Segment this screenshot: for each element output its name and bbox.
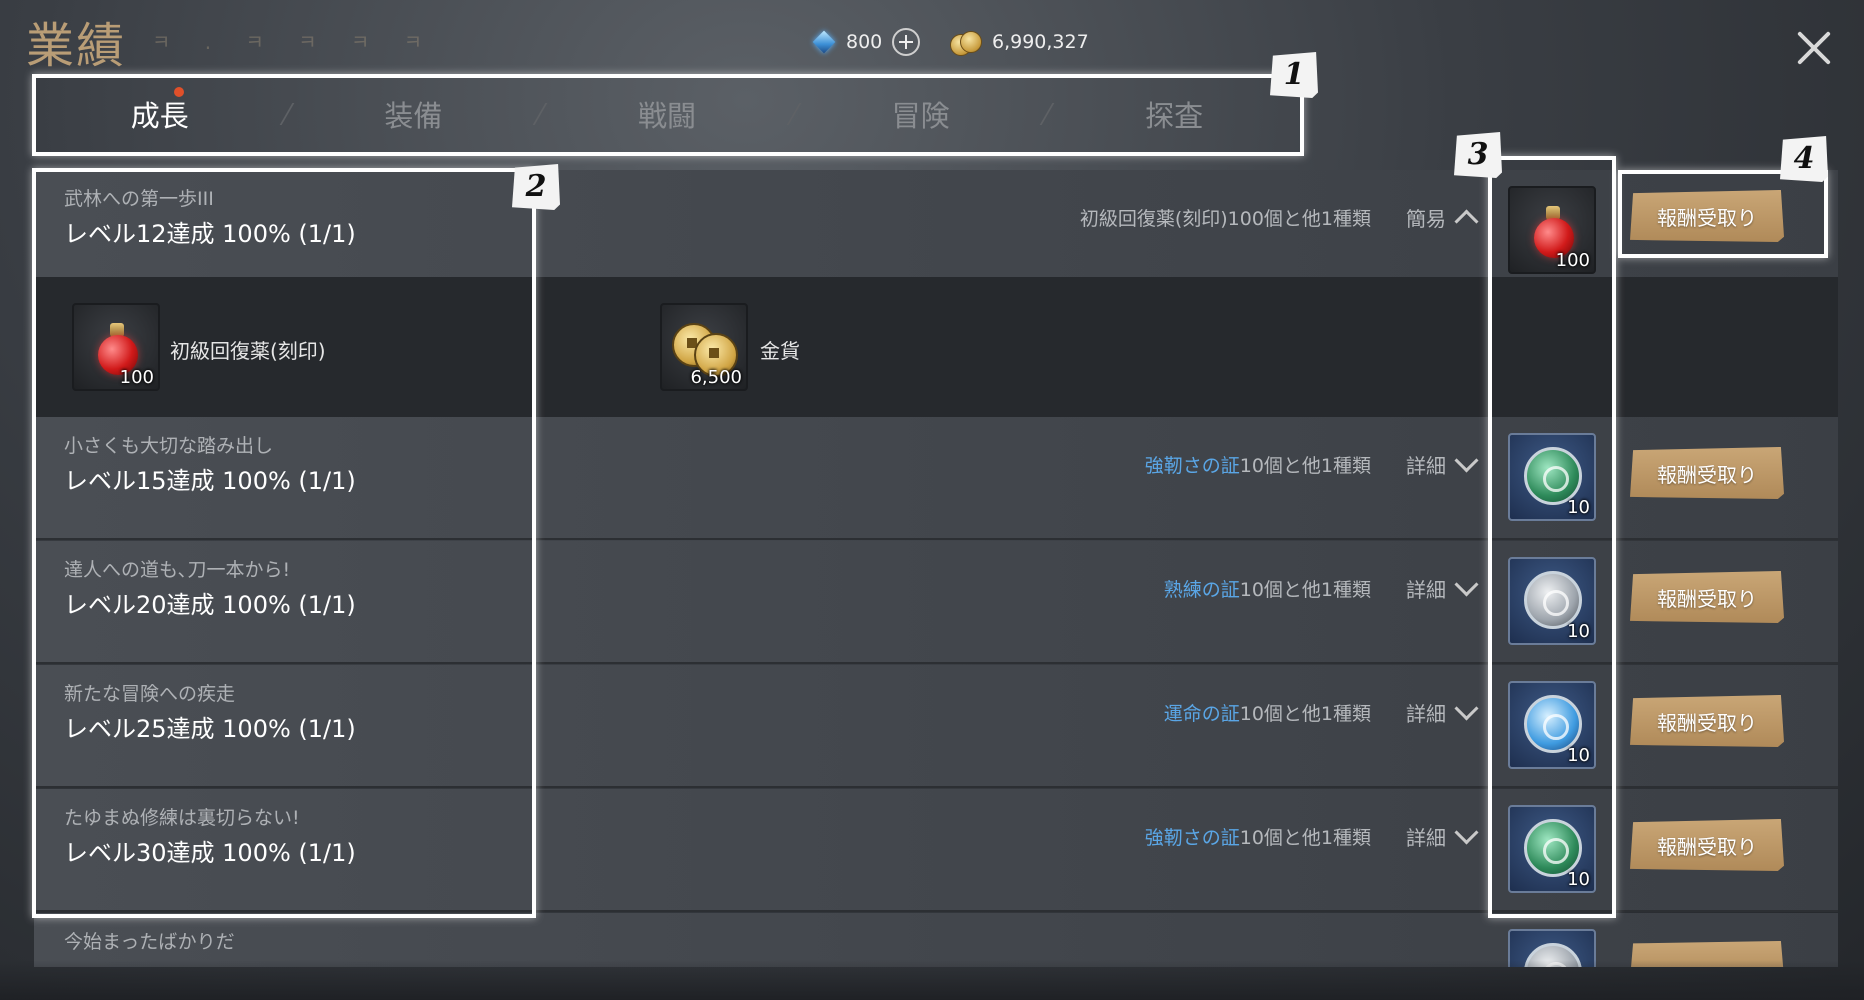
tab-equipment[interactable]: 装備 <box>288 93 540 135</box>
achievement-title: レベル20達成 100% (1/1) <box>64 591 356 619</box>
achievement-subtitle: 今始まったばかりだ <box>64 931 235 953</box>
gold-coins-icon <box>948 29 982 56</box>
reward-summary-text: 10個と他1種類 <box>1239 827 1371 849</box>
reward-detail-item[interactable]: 100 <box>72 303 160 391</box>
close-icon[interactable] <box>1790 24 1838 72</box>
item-quantity: 6,500 <box>690 367 742 388</box>
reward-item[interactable]: 10 <box>1508 433 1596 521</box>
achievement-title: レベル15達成 100% (1/1) <box>64 467 356 495</box>
item-quantity: 100 <box>1555 250 1590 271</box>
expand-toggle[interactable]: 詳細 <box>1406 572 1479 603</box>
achievement-row[interactable]: たゆまぬ修練は裏切らない! レベル30達成 100% (1/1) 強靭さの証10… <box>34 789 1838 912</box>
chevron-down-icon <box>1454 572 1479 597</box>
tab-adventure[interactable]: 冒険 <box>795 93 1047 135</box>
item-quantity: 10 <box>1567 621 1590 642</box>
reward-item[interactable]: 10 <box>1508 681 1596 769</box>
achievement-subtitle: 小さくも大切な踏み出し <box>64 435 274 457</box>
collapse-toggle[interactable]: 簡易 <box>1406 203 1479 234</box>
reward-detail-item[interactable]: 6,500 <box>660 303 748 391</box>
gold-currency: 6,990,327 <box>948 26 1089 58</box>
reward-summary-text: 初級回復薬(刻印)100個と他1種類 <box>1079 208 1371 230</box>
expand-toggle[interactable]: 詳細 <box>1406 448 1479 479</box>
expand-toggle[interactable]: 詳細 <box>1406 820 1479 851</box>
achievement-row[interactable]: 武林への第一歩III レベル12達成 100% (1/1) 初級回復薬(刻印)1… <box>34 170 1838 293</box>
achievement-title: レベル25達成 100% (1/1) <box>64 715 356 743</box>
notification-dot <box>174 87 184 97</box>
reward-item-name: 熟練の証 <box>1163 579 1240 601</box>
tab-exploration[interactable]: 探査 <box>1048 93 1300 135</box>
list-fade <box>0 960 1864 1000</box>
tab-label: 戦闘 <box>637 99 696 133</box>
achievement-subtitle: 達人への道も､刀一本から! <box>64 559 291 581</box>
reward-item-name: 強靭さの証 <box>1144 827 1240 849</box>
reward-summary: 運命の証10個と他1種類 <box>1164 699 1371 726</box>
annotation-tag-3: 3 <box>1454 132 1502 178</box>
reward-detail-name: 初級回復薬(刻印) <box>170 339 326 363</box>
achievement-row[interactable]: 新たな冒険への疾走 レベル25達成 100% (1/1) 運命の証10個と他1種… <box>34 665 1838 788</box>
claim-reward-button[interactable]: 報酬受取り <box>1630 190 1784 242</box>
reward-detail-panel: 100 初級回復薬(刻印) 6,500 金貨 <box>34 277 1838 417</box>
reward-item[interactable]: 100 <box>1508 186 1596 274</box>
toggle-label: 詳細 <box>1406 454 1446 478</box>
toggle-label: 詳細 <box>1406 702 1446 726</box>
reward-summary: 初級回復薬(刻印)100個と他1種類 <box>1080 204 1371 231</box>
claim-reward-button[interactable]: 報酬受取り <box>1630 695 1784 747</box>
tab-label: 探査 <box>1145 99 1204 133</box>
reward-summary-text: 10個と他1種類 <box>1239 703 1371 725</box>
reward-item[interactable]: 10 <box>1508 557 1596 645</box>
reward-detail-name: 金貨 <box>760 339 800 363</box>
tab-label: 冒険 <box>891 99 950 133</box>
achievement-list: 武林への第一歩III レベル12達成 100% (1/1) 初級回復薬(刻印)1… <box>34 170 1838 967</box>
expand-toggle[interactable]: 詳細 <box>1406 696 1479 727</box>
category-tabs: 成長 装備 戦闘 冒険 探査 <box>34 76 1300 152</box>
achievement-row[interactable]: 今始まったばかりだ <box>34 913 1838 967</box>
reward-summary-text: 10個と他1種類 <box>1239 455 1371 477</box>
gold-amount: 6,990,327 <box>992 31 1089 53</box>
item-quantity: 10 <box>1567 497 1590 518</box>
annotation-tag-1: 1 <box>1270 52 1318 98</box>
reward-summary: 強靭さの証10個と他1種類 <box>1145 451 1371 478</box>
achievement-subtitle: 新たな冒険への疾走 <box>64 683 236 705</box>
achievement-subtitle: たゆまぬ修練は裏切らない! <box>64 807 300 829</box>
reward-summary: 強靭さの証10個と他1種類 <box>1145 823 1371 850</box>
tab-label: 装備 <box>384 99 443 133</box>
title-decoration: ㅋ . ㅋ ㅋ ㅋ ㅋ <box>152 30 437 54</box>
claim-reward-button[interactable]: 報酬受取り <box>1630 447 1784 499</box>
gem-amount: 800 <box>846 31 883 53</box>
item-quantity: 100 <box>119 367 154 388</box>
toggle-label: 詳細 <box>1406 826 1446 850</box>
achievement-subtitle: 武林への第一歩III <box>64 188 214 210</box>
achievement-title: レベル30達成 100% (1/1) <box>64 839 356 867</box>
tab-label: 成長 <box>130 99 189 133</box>
item-quantity: 10 <box>1567 745 1590 766</box>
reward-item-name: 強靭さの証 <box>1144 455 1240 477</box>
toggle-label: 詳細 <box>1406 578 1446 602</box>
toggle-label: 簡易 <box>1406 207 1446 231</box>
gem-icon <box>812 30 836 54</box>
reward-item-name: 運命の証 <box>1163 703 1240 725</box>
chevron-down-icon <box>1454 448 1479 473</box>
reward-summary-text: 10個と他1種類 <box>1239 579 1371 601</box>
claim-reward-button[interactable]: 報酬受取り <box>1630 819 1784 871</box>
reward-item[interactable]: 10 <box>1508 805 1596 893</box>
tab-combat[interactable]: 戦闘 <box>541 93 793 135</box>
gem-currency: 800 <box>812 26 921 58</box>
achievement-title: レベル12達成 100% (1/1) <box>64 220 356 248</box>
page-title: 業績 <box>26 18 127 74</box>
achievement-row[interactable]: 達人への道も､刀一本から! レベル20達成 100% (1/1) 熟練の証10個… <box>34 541 1838 664</box>
chevron-up-icon <box>1454 209 1479 234</box>
claim-reward-button[interactable]: 報酬受取り <box>1630 571 1784 623</box>
chevron-down-icon <box>1454 696 1479 721</box>
add-gems-icon[interactable] <box>892 28 921 56</box>
chevron-down-icon <box>1454 820 1479 845</box>
annotation-tag-2: 2 <box>512 164 560 210</box>
tab-growth[interactable]: 成長 <box>34 87 286 135</box>
item-quantity: 10 <box>1567 869 1590 890</box>
reward-summary: 熟練の証10個と他1種類 <box>1164 575 1371 602</box>
achievement-row[interactable]: 小さくも大切な踏み出し レベル15達成 100% (1/1) 強靭さの証10個と… <box>34 417 1838 540</box>
annotation-tag-4: 4 <box>1780 136 1828 182</box>
